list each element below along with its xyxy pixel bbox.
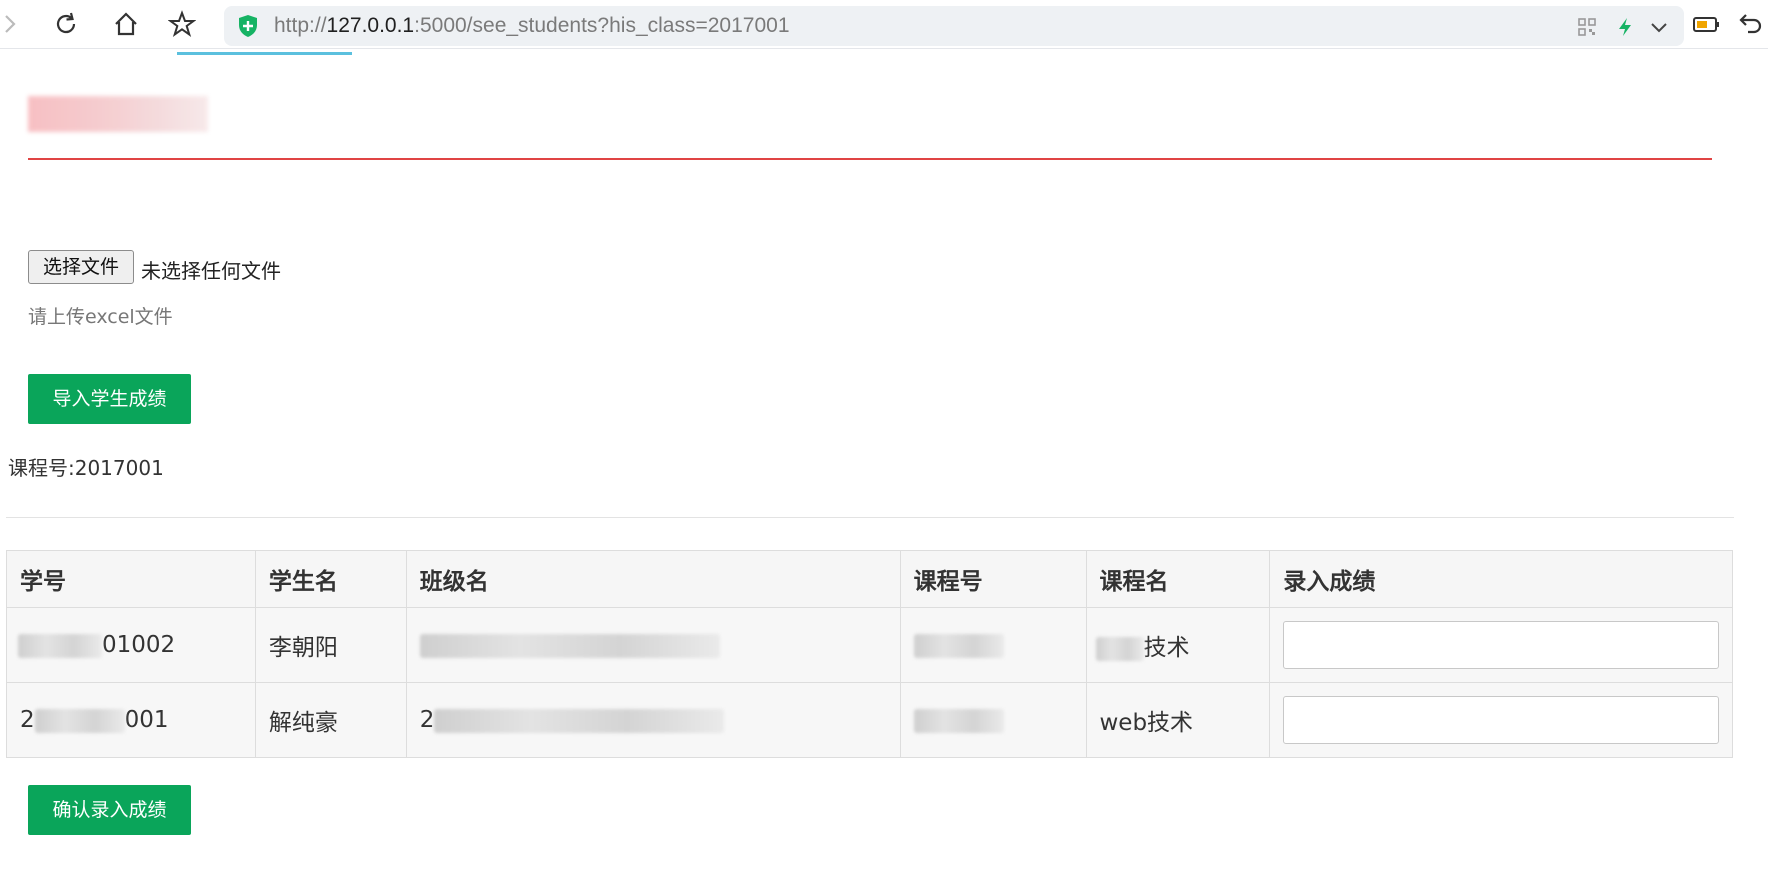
header-course-name: 课程名	[1085, 550, 1271, 608]
student-id-visible: 01002	[102, 632, 176, 658]
score-input[interactable]	[1283, 621, 1719, 669]
header-class-name: 班级名	[405, 550, 901, 608]
cell-student-name: 李朝阳	[254, 607, 407, 683]
class-name-prefix: 2	[419, 707, 435, 733]
redacted-text	[419, 633, 720, 658]
students-table: 学号 学生名 班级名 课程号 课程名 录入成绩 01002 李朝阳 技术 2 0…	[6, 550, 1733, 758]
redacted-text	[913, 708, 1004, 733]
shield-icon	[236, 14, 260, 38]
score-input[interactable]	[1283, 696, 1719, 744]
import-scores-button[interactable]: 导入学生成绩	[28, 374, 191, 424]
redacted-text	[18, 633, 102, 658]
student-id-prefix: 2	[20, 707, 35, 733]
course-number-label: 课程号:2017001	[8, 456, 164, 480]
star-icon[interactable]	[167, 10, 197, 38]
chevron-down-icon[interactable]	[1648, 16, 1670, 38]
qr-icon[interactable]	[1576, 16, 1598, 38]
confirm-scores-button[interactable]: 确认录入成绩	[28, 785, 191, 835]
undo-icon[interactable]	[1736, 10, 1764, 38]
choose-file-button[interactable]: 选择文件	[28, 250, 134, 284]
cell-student-name: 解纯豪	[254, 682, 407, 758]
table-row: 2 001 解纯豪 2 web技术	[6, 682, 1733, 758]
header-course-number: 课程号	[899, 550, 1087, 608]
cell-class-name	[405, 607, 901, 683]
header-divider	[28, 158, 1712, 160]
cell-course-number	[899, 607, 1087, 683]
student-id-visible: 001	[124, 707, 169, 733]
url-path: :5000/see_students?his_class=2017001	[414, 14, 790, 37]
page-title-redacted	[28, 96, 208, 132]
cell-student-id: 01002	[6, 607, 256, 683]
cell-course-name: 技术	[1085, 607, 1271, 683]
course-name-visible: 技术	[1143, 635, 1190, 661]
table-row: 01002 李朝阳 技术	[6, 607, 1733, 683]
table-header-row: 学号 学生名 班级名 课程号 课程名 录入成绩	[6, 550, 1733, 608]
active-tab-indicator	[177, 52, 352, 55]
cell-student-id: 2 001	[6, 682, 256, 758]
home-icon[interactable]	[112, 10, 140, 38]
url-scheme: http://	[274, 14, 327, 37]
redacted-text	[913, 633, 1004, 658]
cell-class-name: 2	[405, 682, 901, 758]
redacted-text	[34, 708, 125, 733]
redacted-text	[1095, 636, 1144, 661]
cell-course-number	[899, 682, 1087, 758]
url-host: 127.0.0.1	[326, 14, 415, 37]
header-student-id: 学号	[6, 550, 256, 608]
battery-icon[interactable]	[1692, 10, 1720, 38]
bolt-icon[interactable]	[1614, 16, 1636, 38]
cell-score	[1269, 607, 1733, 683]
forward-icon[interactable]	[0, 10, 28, 38]
cell-course-name: web技术	[1085, 682, 1271, 758]
redacted-text	[434, 708, 725, 733]
page-header	[28, 90, 1712, 162]
header-student-name: 学生名	[254, 550, 407, 608]
file-status-text: 未选择任何文件	[141, 259, 281, 283]
address-bar[interactable]: http://127.0.0.1:5000/see_students?his_c…	[224, 6, 1684, 46]
header-enter-score: 录入成绩	[1269, 550, 1733, 608]
section-divider	[6, 517, 1734, 518]
browser-toolbar: http://127.0.0.1:5000/see_students?his_c…	[0, 0, 1768, 49]
upload-hint: 请上传excel文件	[28, 306, 173, 328]
reload-icon[interactable]	[52, 10, 80, 38]
url-text: http://127.0.0.1:5000/see_students?his_c…	[274, 6, 790, 46]
cell-score	[1269, 682, 1733, 758]
